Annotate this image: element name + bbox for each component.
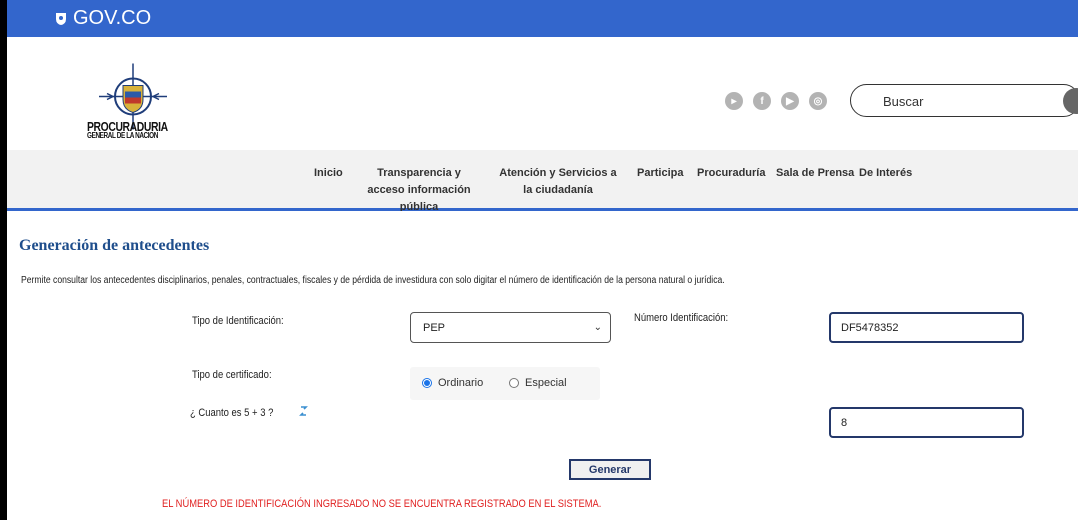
facebook-icon[interactable]: f xyxy=(753,92,771,110)
search-button[interactable] xyxy=(1063,88,1078,114)
captcha-answer-input[interactable] xyxy=(829,407,1024,438)
radio-especial[interactable]: Especial xyxy=(509,377,567,389)
nav-item-inicio[interactable]: Inicio xyxy=(314,165,343,182)
gov-brand-text: GOV.CO xyxy=(73,7,152,29)
gov-logo[interactable]: GOV.CO xyxy=(55,7,151,30)
tipo-cert-radio-group: Ordinario Especial xyxy=(410,367,600,400)
nav-item-transparencia[interactable]: Transparencia y acceso información públi… xyxy=(363,165,475,216)
error-message: EL NÚMERO DE IDENTIFICACIÓN INGRESADO NO… xyxy=(162,498,602,510)
tipo-id-selected-value: PEP xyxy=(423,322,446,334)
main-content: Generación de antecedentes Permite consu… xyxy=(7,211,1078,520)
search-box xyxy=(850,84,1078,117)
instagram-icon[interactable]: ◎ xyxy=(809,92,827,110)
captcha-question: ¿ Cuanto es 5 + 3 ? xyxy=(190,407,274,419)
gov-top-bar: GOV.CO xyxy=(7,0,1078,37)
social-links: ▸ f ▶ ◎ xyxy=(725,92,827,110)
radio-checked-icon xyxy=(422,378,432,388)
nav-item-sala-prensa[interactable]: Sala de Prensa xyxy=(776,165,854,182)
radio-unchecked-icon xyxy=(509,378,519,388)
nav-item-de-interes[interactable]: De Interés xyxy=(859,165,912,182)
tipo-id-label: Tipo de Identificación: xyxy=(192,315,284,327)
nav-item-participa[interactable]: Participa xyxy=(637,165,683,182)
gov-shield-icon xyxy=(56,12,66,25)
play-icon[interactable]: ▶ xyxy=(781,92,799,110)
nav-item-procuraduria[interactable]: Procuraduría xyxy=(697,165,765,182)
page-title: Generación de antecedentes xyxy=(19,237,210,254)
search-input[interactable] xyxy=(881,93,1035,110)
main-nav: Inicio Transparencia y acceso informació… xyxy=(7,150,1078,213)
tipo-cert-label: Tipo de certificado: xyxy=(192,369,272,381)
page-description: Permite consultar los antecedentes disci… xyxy=(21,275,725,286)
refresh-captcha-icon[interactable] xyxy=(299,405,308,417)
tipo-id-select[interactable]: PEP ⌄ xyxy=(410,312,611,343)
nav-item-atencion[interactable]: Atención y Servicios a la ciudadanía xyxy=(498,165,618,199)
site-header: PROCURADURIA GENERAL DE LA NACION ▸ f ▶ … xyxy=(7,37,1078,150)
numero-id-label: Número Identificación: xyxy=(634,312,729,324)
chevron-down-icon: ⌄ xyxy=(593,322,602,333)
numero-id-input[interactable] xyxy=(829,312,1024,343)
generar-button[interactable]: Generar xyxy=(569,459,651,480)
procuraduria-logo-text: PROCURADURIA GENERAL DE LA NACION xyxy=(87,119,168,140)
youtube-icon[interactable]: ▸ xyxy=(725,92,743,110)
page-frame: GOV.CO PROCURADURIA GENERAL DE LA NACION… xyxy=(7,0,1078,520)
radio-ordinario[interactable]: Ordinario xyxy=(422,377,483,389)
